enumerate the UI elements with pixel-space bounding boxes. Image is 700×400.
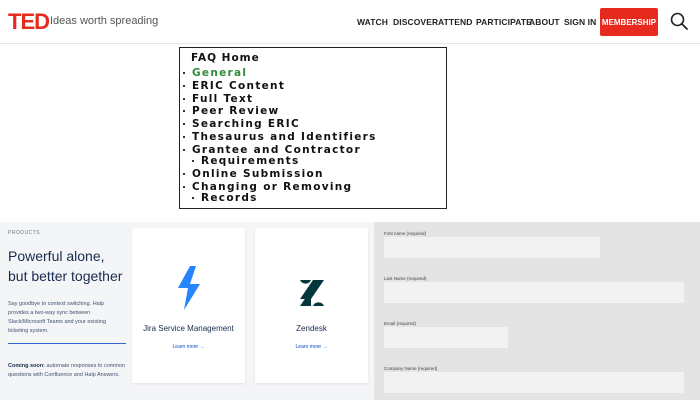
last-name-field[interactable] bbox=[384, 282, 684, 303]
promo-title: Powerful alone, but better together bbox=[8, 248, 123, 284]
zendesk-icon bbox=[300, 280, 324, 306]
faq-item-peer-review[interactable]: Peer Review bbox=[183, 105, 280, 117]
last-name-label: Last Name (required) bbox=[384, 276, 427, 281]
zendesk-card[interactable]: Zendesk Learn more → bbox=[255, 228, 368, 383]
nav-discover[interactable]: DISCOVER bbox=[393, 17, 438, 27]
faq-item-searching-eric[interactable]: Searching ERIC bbox=[183, 118, 300, 130]
zendesk-card-name: Zendesk bbox=[296, 324, 327, 333]
faq-item-grantee-line2[interactable]: Requirements bbox=[192, 155, 300, 167]
top-nav-bar: TED Ideas worth spreading WATCH DISCOVER… bbox=[0, 0, 700, 44]
signup-form: First name (required) Last Name (require… bbox=[374, 222, 700, 400]
tagline: Ideas worth spreading bbox=[50, 15, 159, 27]
faq-item-general[interactable]: General bbox=[182, 67, 247, 79]
faq-item-thesaurus[interactable]: Thesaurus and Identifiers bbox=[183, 131, 377, 143]
company-name-label: Company Name (required) bbox=[384, 366, 438, 371]
promo-divider bbox=[8, 343, 126, 344]
integrations-promo: PRODUCTS Powerful alone, but better toge… bbox=[0, 222, 374, 400]
jira-learn-more-link[interactable]: Learn more → bbox=[132, 344, 245, 350]
faq-navigation-panel: FAQ Home General ERIC Content Full Text … bbox=[179, 47, 447, 209]
nav-about[interactable]: ABOUT bbox=[529, 17, 560, 27]
faq-item-changing-removing-line2[interactable]: Records bbox=[192, 192, 258, 204]
nav-attend[interactable]: ATTEND bbox=[438, 17, 472, 27]
promo-eyebrow: PRODUCTS bbox=[8, 230, 41, 236]
email-field[interactable] bbox=[384, 327, 508, 348]
search-icon[interactable] bbox=[670, 12, 688, 30]
email-label: Email (required) bbox=[384, 321, 417, 326]
promo-note: Coming soon: automate responses to commo… bbox=[8, 362, 126, 380]
nav-participate[interactable]: PARTICIPATE bbox=[476, 17, 532, 27]
first-name-field[interactable] bbox=[384, 237, 600, 258]
nav-watch[interactable]: WATCH bbox=[357, 17, 388, 27]
faq-item-online-submission[interactable]: Online Submission bbox=[183, 168, 324, 180]
nav-sign-in[interactable]: SIGN IN bbox=[564, 17, 596, 27]
membership-button[interactable]: MEMBERSHIP bbox=[600, 8, 658, 36]
zendesk-learn-more-link[interactable]: Learn more → bbox=[255, 344, 368, 350]
promo-description: Say goodbye to context switching. Halp p… bbox=[8, 301, 107, 334]
company-name-field[interactable] bbox=[384, 372, 684, 393]
jira-card[interactable]: Jira Service Management Learn more → bbox=[132, 228, 245, 383]
faq-item-full-text[interactable]: Full Text bbox=[182, 93, 253, 105]
jira-card-name: Jira Service Management bbox=[143, 324, 234, 333]
promo-note-bold: Coming soon: bbox=[8, 363, 45, 369]
jira-bolt-icon bbox=[178, 266, 200, 310]
faq-home-link[interactable]: FAQ Home bbox=[191, 52, 260, 64]
ted-logo[interactable]: TED bbox=[8, 9, 50, 35]
first-name-label: First name (required) bbox=[384, 231, 427, 236]
faq-item-eric-content[interactable]: ERIC Content bbox=[182, 80, 285, 92]
